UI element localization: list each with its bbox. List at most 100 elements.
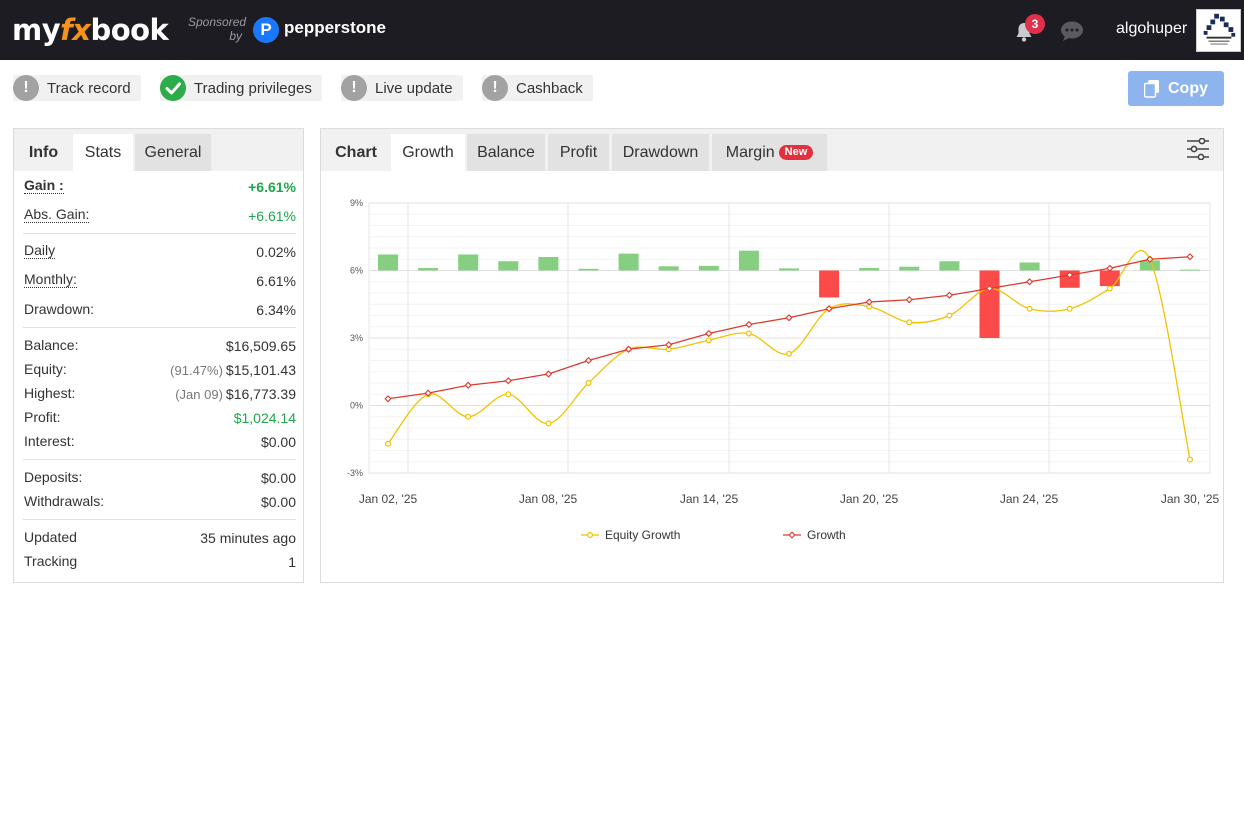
x-tick-label: Jan 20, '25 <box>840 492 899 506</box>
tab-drawdown[interactable]: Drawdown <box>612 134 709 171</box>
daily-bar <box>1180 269 1200 271</box>
exclamation-icon: ! <box>13 75 39 101</box>
equity-point <box>1186 456 1193 463</box>
pepperstone-name[interactable]: pepperstone <box>284 18 386 38</box>
chart-panel: Chart Growth Balance Profit Drawdown Mar… <box>320 128 1224 583</box>
divider <box>23 233 296 234</box>
daily-bar <box>498 261 519 271</box>
stat-value: 6.34% <box>256 302 296 318</box>
equity-point <box>545 420 552 427</box>
daily-bar <box>779 268 799 271</box>
stat-label[interactable]: Daily <box>24 243 56 259</box>
logo-my: my <box>12 13 61 47</box>
daily-bar <box>378 254 398 271</box>
stat-label: Equity: <box>24 361 67 377</box>
x-tick-label: Jan 24, '25 <box>1000 492 1059 506</box>
stat-label[interactable]: Gain : <box>24 178 64 194</box>
stat-value: +6.61% <box>248 208 296 224</box>
stat-highest: Highest: (Jan 09) $16,773.39 <box>23 382 296 406</box>
copy-icon <box>1144 79 1159 98</box>
daily-bar <box>859 267 880 271</box>
sponsored-line-1: Sponsored <box>188 15 247 29</box>
stat-deposits: Deposits: $0.00 <box>23 466 296 490</box>
stat-gain: Gain : +6.61% <box>23 175 296 199</box>
equity-point <box>465 413 472 420</box>
y-tick-label: 3% <box>350 333 363 343</box>
tab-margin-label: Margin <box>725 144 775 161</box>
stat-label: Interest: <box>24 433 75 449</box>
stat-value: $0.00 <box>260 434 296 450</box>
chart-settings-icon[interactable] <box>1186 138 1210 160</box>
tab-general[interactable]: General <box>135 134 211 171</box>
daily-bar <box>698 265 719 271</box>
check-icon <box>160 75 186 101</box>
daily-bar <box>979 270 1000 338</box>
daily-bar <box>1019 262 1040 271</box>
divider <box>23 519 296 520</box>
daily-bar <box>899 266 920 271</box>
tab-balance[interactable]: Balance <box>467 134 545 171</box>
logo-book: book <box>90 13 169 47</box>
status-label: Trading privileges <box>194 79 312 97</box>
logo-fx: fx <box>60 13 91 47</box>
stat-value: 35 minutes ago <box>200 530 296 546</box>
stat-daily: Daily 0.02% <box>23 240 296 264</box>
stat-amount: $15,101.43 <box>225 362 296 378</box>
tab-stats[interactable]: Stats <box>73 134 133 171</box>
legend-equity-label: Equity Growth <box>605 528 680 542</box>
tab-profit[interactable]: Profit <box>548 134 609 171</box>
stat-monthly: Monthly: 6.61% <box>23 269 296 293</box>
equity-point <box>1026 305 1033 312</box>
tab-growth[interactable]: Growth <box>391 134 465 171</box>
username[interactable]: algohuper <box>1116 20 1187 38</box>
stat-label[interactable]: Monthly: <box>24 272 77 288</box>
stat-value: $0.00 <box>260 494 296 510</box>
stat-label[interactable]: Abs. Gain: <box>24 207 90 223</box>
equity-point <box>505 391 512 398</box>
stat-value: 1 <box>288 554 296 570</box>
new-badge: New <box>778 145 814 160</box>
daily-bar <box>418 267 439 271</box>
divider <box>23 327 296 328</box>
stat-value: 0.02% <box>256 244 296 260</box>
tab-chart[interactable]: Chart <box>321 134 391 171</box>
equity-point <box>906 319 913 326</box>
chart-tabs: Chart Growth Balance Profit Drawdown Mar… <box>321 129 1223 171</box>
stat-balance: Balance: $16,509.65 <box>23 334 296 358</box>
myfxbook-logo[interactable]: myfxbook <box>12 13 169 47</box>
copy-button[interactable]: Copy <box>1128 71 1224 106</box>
equity-point <box>1066 305 1073 312</box>
daily-bar <box>538 257 559 271</box>
tab-margin[interactable]: Margin New <box>712 134 827 171</box>
status-live-update[interactable]: ! Live update <box>341 75 463 101</box>
stat-label: Profit: <box>24 409 61 425</box>
chat-icon[interactable] <box>1060 20 1084 42</box>
pepperstone-logo-icon[interactable]: P <box>253 17 279 43</box>
status-label: Cashback <box>516 79 583 97</box>
legend-growth-marker <box>788 531 796 539</box>
legend-growth-label: Growth <box>807 528 846 542</box>
status-cashback[interactable]: ! Cashback <box>482 75 593 101</box>
stat-updated: Updated 35 minutes ago <box>23 526 296 550</box>
y-tick-label: 6% <box>350 266 363 276</box>
stat-label: Drawdown: <box>24 301 95 317</box>
status-track-record[interactable]: ! Track record <box>13 75 141 101</box>
stat-label: Tracking <box>24 553 78 569</box>
equity-point <box>585 380 592 387</box>
user-avatar[interactable] <box>1196 9 1241 52</box>
sponsored-label: Sponsored by <box>188 15 246 43</box>
stat-withdrawals: Withdrawals: $0.00 <box>23 490 296 514</box>
stat-amount: $16,773.39 <box>225 386 296 402</box>
stat-note: (Jan 09) <box>175 387 223 402</box>
stat-interest: Interest: $0.00 <box>23 430 296 454</box>
stat-value: $16,509.65 <box>225 338 296 354</box>
equity-point <box>946 312 953 319</box>
tab-info[interactable]: Info <box>14 134 73 171</box>
stat-abs-gain: Abs. Gain: +6.61% <box>23 204 296 228</box>
status-trading-privileges[interactable]: Trading privileges <box>160 75 322 101</box>
status-label: Live update <box>375 79 453 97</box>
x-tick-label: Jan 02, '25 <box>359 492 418 506</box>
stat-value: (91.47%) $15,101.43 <box>170 362 296 378</box>
stats-list: Gain : +6.61% Abs. Gain: +6.61% Daily 0.… <box>23 175 296 574</box>
divider <box>23 459 296 460</box>
